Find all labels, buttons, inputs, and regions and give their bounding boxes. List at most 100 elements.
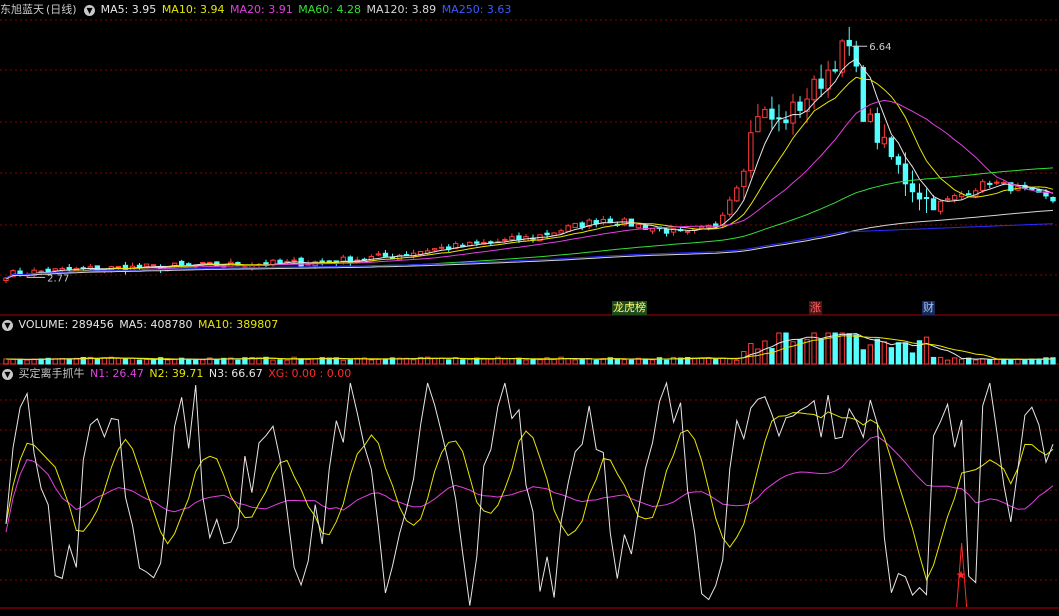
candle-body (965, 193, 972, 196)
volume-bar (214, 358, 220, 365)
volume-bar (944, 359, 951, 365)
n1-label: N1: 26.47 (90, 367, 144, 380)
volume-bar (755, 348, 761, 365)
indicator-name: 买定离手抓牛 (18, 367, 85, 380)
volume-bar (1008, 358, 1014, 365)
period-label: (日线) (46, 3, 77, 16)
volume-bar (115, 357, 122, 365)
volume-bar (516, 357, 522, 365)
volume-bar (923, 336, 930, 365)
volume-bar (368, 359, 375, 365)
candle-body (832, 69, 838, 72)
candle-body (839, 40, 845, 73)
volume-bar (698, 357, 705, 365)
n1-line (5, 435, 1054, 533)
volume-bar (446, 359, 452, 365)
candle-body (277, 259, 283, 264)
candle-body (727, 199, 733, 215)
candle-body (516, 235, 522, 241)
volume-bar (867, 344, 873, 365)
candle-body (558, 230, 564, 234)
volume-bar (593, 359, 599, 365)
volume-panel-header: ▼ VOLUME: 289456 MA5: 408780 MA10: 38980… (0, 317, 280, 333)
ma10-label: MA10: 3.94 (161, 3, 225, 16)
candle-body (207, 261, 213, 264)
volume-bar (10, 358, 16, 365)
volume-bar (734, 359, 740, 365)
volume-bar (200, 359, 206, 365)
volume-bar (277, 359, 283, 365)
volume-bar (3, 358, 9, 365)
volume-bar (523, 359, 529, 365)
candle-body (944, 198, 951, 201)
volume-bar (129, 357, 136, 365)
candle-body (291, 259, 297, 262)
volume-bar (410, 359, 417, 365)
volume-bar (649, 359, 656, 365)
volume-bar (663, 359, 670, 365)
candle-body (987, 182, 993, 185)
volume-bar (340, 359, 346, 365)
candle-body (593, 220, 599, 225)
volume-bar (164, 359, 171, 365)
candle-body (45, 268, 51, 273)
candle-body (1050, 197, 1056, 202)
candle-body (382, 252, 389, 257)
volume-bar (488, 358, 494, 365)
volume-bar (951, 357, 958, 365)
volume-bar (150, 359, 157, 365)
volume-ma10-label: MA10: 389807 (197, 318, 279, 331)
event-tag-lhb[interactable]: 龙虎榜 (612, 301, 647, 315)
volume-bar (790, 341, 796, 365)
volume-bar (930, 356, 937, 365)
volume-bar (720, 357, 726, 365)
volume-bar (530, 359, 536, 365)
candle-body (846, 39, 852, 47)
candle-body (797, 101, 803, 111)
candle-body (635, 223, 642, 229)
candle-body (994, 181, 1000, 184)
volume-bar (994, 358, 1000, 365)
volume-bar (987, 359, 993, 365)
candle-body (937, 200, 944, 212)
candle-body (375, 253, 382, 256)
volume-bar (66, 358, 72, 365)
candle-body (663, 228, 670, 234)
candle-body (115, 266, 122, 269)
n2-label: N2: 39.71 (149, 367, 204, 380)
indicator-toggle-icon[interactable]: ▼ (2, 368, 13, 380)
volume-bar (937, 356, 944, 365)
event-tag-zhang[interactable]: 涨 (809, 301, 822, 315)
event-tag-cai[interactable]: 财 (922, 301, 935, 315)
volume-bar (347, 359, 353, 365)
volume-bar (881, 341, 888, 365)
candle-body (186, 263, 192, 266)
volume-bar (235, 359, 241, 365)
volume-bar (193, 358, 199, 365)
candle-body (326, 260, 332, 263)
volume-label: VOLUME: 289456 (18, 318, 114, 331)
xg-signal-star-icon: ★ (956, 568, 967, 582)
settings-toggle-icon[interactable]: ▼ (84, 4, 96, 16)
stock-chart[interactable]: 6.64 2.77 ★ (0, 0, 1059, 616)
candle-body (762, 108, 768, 119)
candle-body (930, 198, 937, 211)
ma10-line (5, 76, 1054, 279)
candle-body (319, 260, 325, 263)
volume-bar (713, 358, 719, 365)
n2-line (5, 411, 1054, 582)
candle-body (502, 238, 508, 241)
low-price-label: 2.77 (47, 273, 69, 284)
ma20-label: MA20: 3.91 (230, 3, 293, 16)
volume-bar (888, 347, 895, 365)
volume-bar (312, 358, 318, 365)
volume-toggle-icon[interactable]: ▼ (2, 319, 13, 331)
candle-body (860, 66, 866, 122)
ma250-label: MA250: 3.63 (441, 3, 512, 16)
candle-body (867, 113, 873, 122)
ma5-label: MA5: 3.95 (100, 3, 157, 16)
candle-body (66, 266, 72, 271)
volume-bar (17, 358, 23, 365)
volume-bar (909, 352, 916, 365)
volume-bar (284, 359, 290, 365)
